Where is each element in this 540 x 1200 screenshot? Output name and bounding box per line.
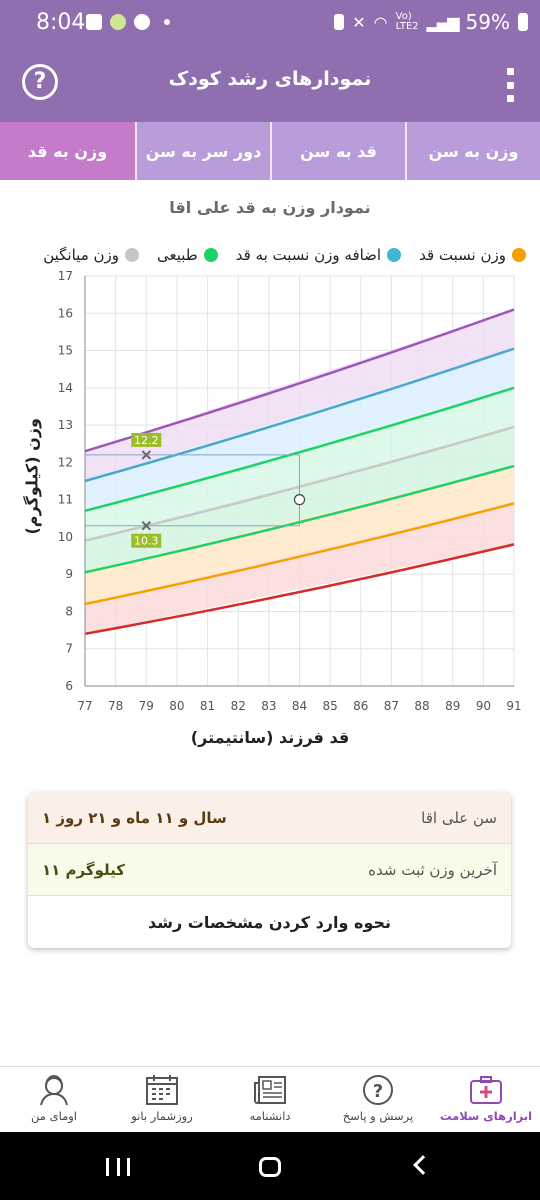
status-notification-icons [86,14,170,30]
tab-height-for-age[interactable]: قد به سن [270,122,405,180]
marker-label: 12.2 [134,434,159,447]
svg-text:?: ? [373,1081,383,1102]
app-toolbar: ? نمودارهای رشد کودک [0,44,540,122]
last-weight-row: آخرین وزن ثبت شده ۱۱ کیلوگرم [28,844,511,896]
y-tick-label: 13 [58,418,73,432]
network-type: Vo) LTE2 [396,12,419,32]
x-tick-label: 77 [77,699,92,713]
y-tick-label: 17 [58,269,73,283]
x-tick-label: 78 [108,699,123,713]
app-leaf-icon [110,14,126,30]
overflow-menu-icon[interactable] [506,68,514,102]
battery-icon [518,13,528,31]
tab-weight-for-height[interactable]: وزن به قد [0,122,135,180]
tab-weight-for-age[interactable]: وزن به سن [405,122,540,180]
calendar-icon [144,1073,180,1107]
page-title: نمودارهای رشد کودک [168,68,372,90]
y-tick-label: 12 [58,455,73,469]
x-tick-label: 84 [292,699,307,713]
nav-my-profile[interactable]: اومای من [11,1067,97,1132]
growth-chart: 6789101112131415161777 78 79 80 81 82 83 84 85 86… [58,269,522,713]
home-icon[interactable] [259,1157,281,1177]
y-tick-label: 14 [58,381,73,395]
y-tick-label: 16 [58,306,73,320]
x-tick-label: 91 [506,699,521,713]
nav-calendar[interactable]: روزشمار بانو [119,1067,205,1132]
y-tick-label: 9 [65,567,73,581]
x-tick-label: 81 [200,699,215,713]
selected-point [293,494,306,506]
recent-apps-icon[interactable] [106,1158,130,1176]
medical-kit-icon [468,1073,504,1107]
battery-level: 59% [465,10,510,34]
profile-icon [36,1073,72,1107]
x-axis-label: قد فرزند (سانتیمتر) [190,728,350,747]
newspaper-icon [252,1073,288,1107]
child-info-card: سن علی اقا ۱ سال و ۱۱ ماه و ۲۱ روز آخرین… [28,792,511,948]
battery-saver-icon [334,14,345,30]
y-tick-label: 11 [58,493,73,507]
lte-label: LTE2 [395,21,419,32]
signal-icon: ▂▄▆ [426,12,460,32]
more-notifications-dot-icon [164,19,170,25]
status-bar: 8:04 ✕ ◠ Vo) LTE2 ▂▄▆ 59% [0,0,540,44]
age-label: سن علی اقا [421,808,497,827]
gallery-icon [86,14,102,30]
nav-label: روزشمار بانو [131,1109,193,1123]
x-tick-label: 80 [169,699,184,713]
y-axis-label-wrap: وزن (کیلوگرم) [13,418,43,534]
marker-label: 10.3 [134,535,159,548]
growth-entry-guide-link[interactable]: نحوه وارد کردن مشخصات رشد [28,896,511,948]
x-tick-label: 90 [476,699,491,713]
age-value: ۱ سال و ۱۱ ماه و ۲۱ روز [42,808,227,827]
nav-encyclopedia[interactable]: دانشنامه [227,1067,313,1132]
nav-label: ابزارهای سلامت [439,1109,533,1123]
x-tick-label: 83 [261,699,276,713]
age-row: سن علی اقا ۱ سال و ۱۱ ماه و ۲۱ روز [28,792,511,844]
x-tick-label: 89 [445,699,460,713]
y-axis-label: وزن (کیلوگرم) [22,418,42,535]
mute-icon: ✕ [352,12,366,32]
y-tick-label: 7 [65,642,73,656]
status-right: ✕ ◠ Vo) LTE2 ▂▄▆ 59% [334,10,528,34]
nav-label: پرسش و پاسخ [342,1109,414,1123]
chat-icon [134,14,150,30]
x-tick-label: 88 [414,699,429,713]
wifi-icon: ◠ [373,12,388,32]
x-tick-label: 82 [231,699,246,713]
nav-label: اومای من [31,1109,77,1123]
x-tick-label: 87 [384,699,399,713]
y-tick-label: 6 [65,679,73,693]
system-navigation-bar [0,1132,540,1200]
last-weight-label: آخرین وزن ثبت شده [368,860,497,879]
status-time: 8:04 [36,10,86,35]
question-bubble-icon: ? [360,1073,396,1107]
x-tick-label: 85 [323,699,338,713]
y-tick-label: 10 [58,530,73,544]
y-tick-label: 15 [58,344,73,358]
chart-title: نمودار وزن به قد علی اقا [169,198,371,217]
last-weight-value: ۱۱ کیلوگرم [42,860,125,879]
back-icon[interactable] [413,1155,433,1175]
bottom-navigation: ابزارهای سلامت ? پرسش و پاسخ دانشنامه رو… [0,1066,540,1132]
x-tick-label: 86 [353,699,368,713]
tab-head-circumference-for-age[interactable]: دور سر به سن [135,122,270,180]
nav-label: دانشنامه [249,1109,291,1123]
nav-health-tools[interactable]: ابزارهای سلامت [439,1067,533,1132]
chart-tabs: وزن به قد دور سر به سن قد به سن وزن به س… [0,122,540,180]
x-tick-label: 79 [139,699,154,713]
nav-questions[interactable]: ? پرسش و پاسخ [335,1067,421,1132]
y-tick-label: 8 [65,604,73,618]
